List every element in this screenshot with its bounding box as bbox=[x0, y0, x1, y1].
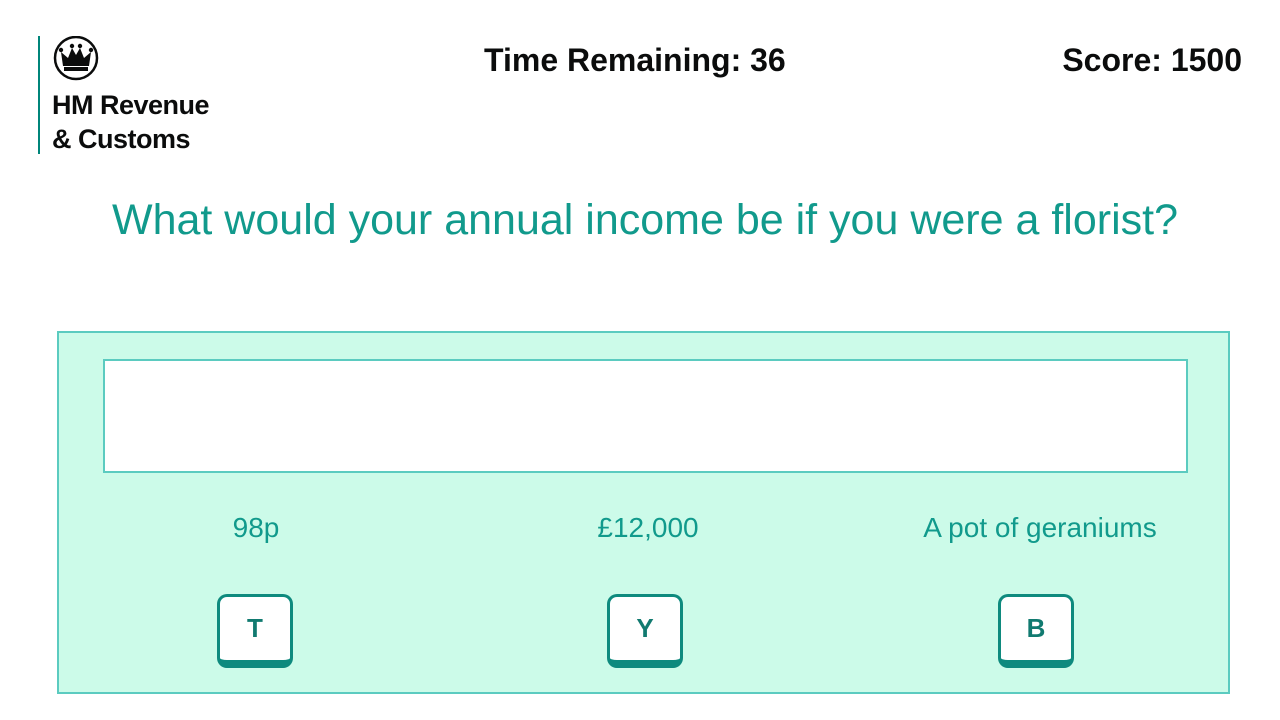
logo-text-line-1: HM Revenue bbox=[52, 90, 210, 120]
option-label-3: A pot of geraniums bbox=[923, 512, 1157, 543]
option-label-2: £12,000 bbox=[597, 512, 699, 543]
time-remaining: Time Remaining: 36 bbox=[484, 42, 786, 78]
quiz-screen: HM Revenue & Customs Time Remaining: 36 … bbox=[0, 0, 1280, 720]
hmrc-logo: HM Revenue & Customs bbox=[38, 36, 210, 154]
key-button-y[interactable]: Y bbox=[607, 594, 683, 668]
answer-display-box bbox=[103, 359, 1188, 473]
answer-panel: 98p £12,000 A pot of geraniums T Y B bbox=[57, 331, 1230, 694]
score-display: Score: 1500 bbox=[1062, 42, 1242, 78]
key-button-t[interactable]: T bbox=[217, 594, 293, 668]
question-text: What would your annual income be if you … bbox=[112, 196, 1178, 244]
logo-text-line-2: & Customs bbox=[52, 124, 191, 154]
key-button-b[interactable]: B bbox=[998, 594, 1074, 668]
crown-icon bbox=[53, 36, 99, 81]
option-label-1: 98p bbox=[232, 512, 280, 543]
